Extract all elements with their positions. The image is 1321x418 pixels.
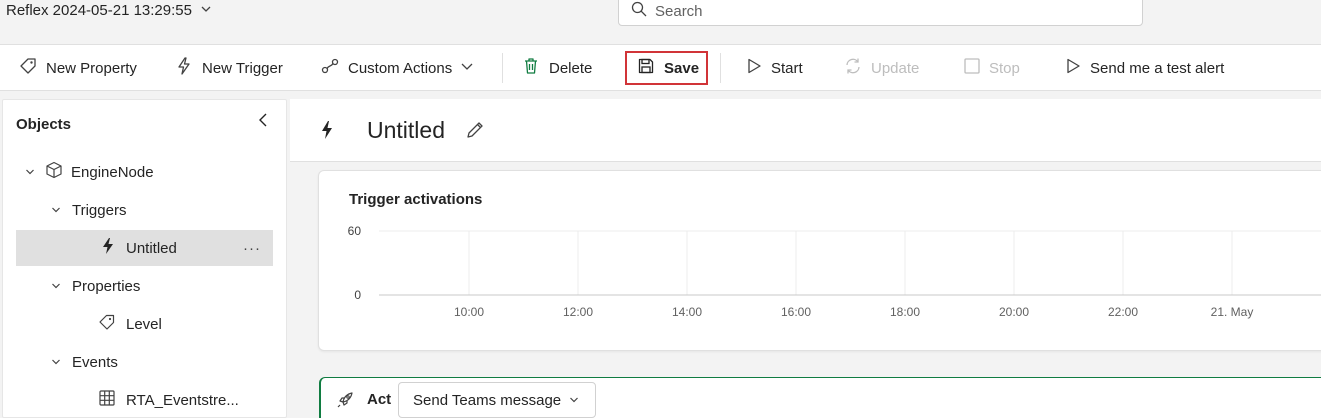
play-icon <box>745 57 763 79</box>
tree-item-untitled-trigger[interactable]: Untitled ··· <box>16 230 273 266</box>
title-bar: Reflex 2024-05-21 13:29:55 Search <box>0 0 1321 44</box>
new-trigger-label: New Trigger <box>202 59 283 77</box>
stop-icon <box>963 57 981 79</box>
custom-actions-icon <box>320 56 340 80</box>
action-type-dropdown[interactable]: Send Teams message <box>398 382 596 418</box>
x-tick-label: 14:00 <box>672 305 702 319</box>
new-trigger-button[interactable]: New Trigger <box>174 45 283 91</box>
more-options-button[interactable]: ··· <box>243 240 261 257</box>
update-label: Update <box>871 59 920 77</box>
stop-button[interactable]: Stop <box>963 45 1020 91</box>
tag-icon <box>98 313 116 335</box>
edit-pencil-icon[interactable] <box>465 120 485 145</box>
delete-label: Delete <box>549 59 593 77</box>
x-tick-label: 10:00 <box>454 305 484 319</box>
toolbar-divider <box>720 53 721 83</box>
custom-actions-label: Custom Actions <box>348 59 453 77</box>
stop-label: Stop <box>989 59 1020 77</box>
x-tick-label: 21. May <box>1211 305 1254 319</box>
tree-item-label: RTA_Eventstre... <box>126 391 239 409</box>
table-icon <box>98 389 116 411</box>
collapse-panel-button[interactable] <box>253 112 273 132</box>
toolbar: New Property New Trigger Custom Actions … <box>0 44 1321 91</box>
lightning-icon <box>174 56 194 80</box>
trigger-activations-chart: 10:00 12:00 14:00 16:00 18:00 20:00 22:00 21. M… <box>348 224 1321 319</box>
tree-item-enginenode[interactable]: EngineNode <box>3 154 286 190</box>
tree-item-event-stream[interactable]: RTA_Eventstre... <box>3 382 286 418</box>
new-property-label: New Property <box>46 59 137 77</box>
rocket-icon <box>335 390 355 415</box>
start-label: Start <box>771 59 803 77</box>
lightning-icon <box>319 120 335 145</box>
trigger-activations-card: Trigger activations 10:00 12:00 14:00 16:00… <box>318 170 1321 351</box>
tree-item-events[interactable]: Events <box>3 344 286 380</box>
objects-title: Objects <box>16 116 72 133</box>
send-test-alert-label: Send me a test alert <box>1090 59 1225 77</box>
tag-icon <box>18 56 38 80</box>
x-tick-label: 22:00 <box>1108 305 1138 319</box>
tree-item-label: Triggers <box>72 201 127 219</box>
delete-button[interactable]: Delete <box>521 45 592 91</box>
chevron-down-icon[interactable] <box>49 205 63 215</box>
tree-item-label: Level <box>126 315 162 333</box>
y-tick-label: 60 <box>348 224 362 238</box>
chevron-down-icon <box>200 2 212 19</box>
y-tick-label: 0 <box>354 288 361 302</box>
trash-icon <box>521 56 541 80</box>
act-card: Act Send Teams message <box>319 377 1321 418</box>
chevron-left-icon <box>257 112 269 133</box>
x-tick-label: 20:00 <box>999 305 1029 319</box>
x-tick-label: 12:00 <box>563 305 593 319</box>
chevron-down-icon[interactable] <box>49 281 63 291</box>
tree-item-label: Events <box>72 353 118 371</box>
app-title-button[interactable]: Reflex 2024-05-21 13:29:55 <box>6 2 212 19</box>
tree-item-triggers[interactable]: Triggers <box>3 192 286 228</box>
update-button[interactable]: Update <box>843 45 919 91</box>
x-tick-label: 16:00 <box>781 305 811 319</box>
cube-icon <box>45 161 63 183</box>
action-type-value: Send Teams message <box>413 391 562 409</box>
chevron-down-icon[interactable] <box>49 357 63 367</box>
tree-item-level[interactable]: Level <box>3 306 286 342</box>
app-title: Reflex 2024-05-21 13:29:55 <box>6 2 192 19</box>
lightning-icon <box>100 237 116 259</box>
tree-item-label: EngineNode <box>71 163 154 181</box>
new-property-button[interactable]: New Property <box>18 45 137 91</box>
search-placeholder: Search <box>655 2 703 20</box>
main-header: Untitled <box>290 99 1321 162</box>
search-input[interactable]: Search <box>618 0 1143 26</box>
custom-actions-button[interactable]: Custom Actions <box>320 45 474 91</box>
chevron-down-icon[interactable] <box>23 167 37 177</box>
act-label: Act <box>367 391 392 408</box>
page-title: Untitled <box>367 117 445 143</box>
toolbar-divider <box>502 53 503 83</box>
chevron-down-icon <box>460 59 474 77</box>
objects-panel: Objects EngineNode Triggers Untitled ···… <box>2 99 287 418</box>
chevron-down-icon <box>569 392 579 409</box>
start-button[interactable]: Start <box>745 45 803 91</box>
play-icon <box>1064 57 1082 79</box>
save-highlight-box <box>625 51 708 85</box>
tree-item-label: Properties <box>72 277 141 295</box>
x-tick-label: 18:00 <box>890 305 920 319</box>
search-icon <box>631 1 647 21</box>
tree-item-label: Untitled <box>126 239 177 257</box>
refresh-icon <box>843 56 863 80</box>
send-test-alert-button[interactable]: Send me a test alert <box>1064 45 1224 91</box>
tree-item-properties[interactable]: Properties <box>3 268 286 304</box>
